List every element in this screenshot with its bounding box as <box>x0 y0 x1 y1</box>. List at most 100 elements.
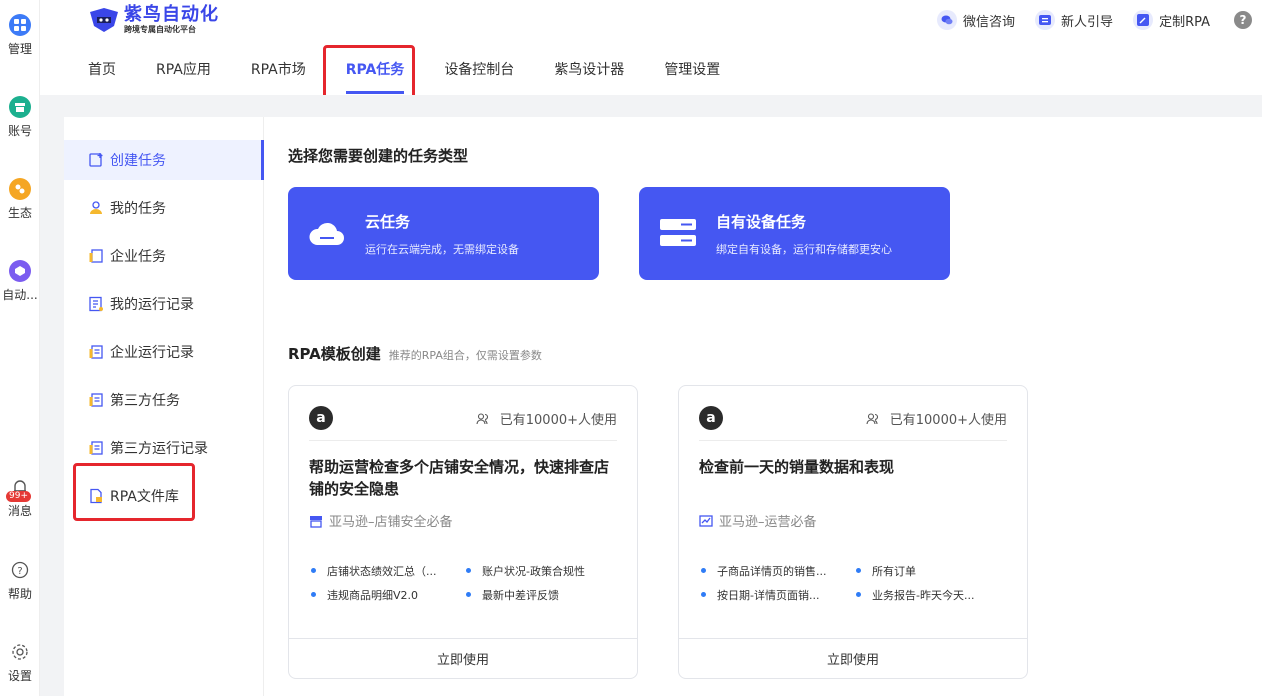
message-count-badge: 99+ <box>6 491 31 502</box>
wechat-consult-label: 微信咨询 <box>963 14 1016 30</box>
top-header: 紫鸟自动化 跨境专属自动化平台 首页 RPA应用 RPA市场 RPA任务 设备控… <box>40 0 1262 107</box>
logo-subtitle: 跨境专属自动化平台 <box>124 25 196 34</box>
task-side-menu: 创建任务 我的任务 企业任务 我的运行记录 企业运行记录 第三方任务 第三方运行… <box>64 117 264 696</box>
brand-logo[interactable]: 紫鸟自动化 跨境专属自动化平台 <box>88 5 219 35</box>
template-step: 店铺状态绩效汇总（... <box>309 563 464 579</box>
side-item-create-task[interactable]: 创建任务 <box>64 140 264 180</box>
side-item-label: 第三方任务 <box>110 393 180 409</box>
wechat-consult-button[interactable]: 微信咨询 <box>937 10 1015 30</box>
rail-label: 生态 <box>7 206 32 220</box>
template-step: 所有订单 <box>854 563 1009 579</box>
task-type-heading: 选择您需要创建的任务类型 <box>288 147 469 165</box>
rail-label: 自动... <box>2 288 38 302</box>
rail-item-help[interactable]: ? 帮助 <box>0 559 40 602</box>
template-step: 账户状况-政策合规性 <box>464 563 619 579</box>
cloud-task-card[interactable]: 云任务 运行在云端完成，无需绑定设备 <box>288 187 599 280</box>
main-content: 选择您需要创建的任务类型 云任务 运行在云端完成，无需绑定设备 自有设备任务 绑… <box>264 117 1262 696</box>
template-tag: 亚马逊–店铺安全必备 <box>309 511 453 530</box>
rail-item-ecosystem[interactable]: 生态 <box>0 178 40 221</box>
template-step: 违规商品明细V2.0 <box>309 587 464 603</box>
card-divider <box>309 440 617 441</box>
side-item-label: 我的运行记录 <box>110 297 194 313</box>
side-item-third-party-run-records[interactable]: 第三方运行记录 <box>64 428 263 468</box>
user-task-icon <box>88 200 104 216</box>
rail-label: 账号 <box>7 124 32 138</box>
logo-title: 紫鸟自动化 <box>124 4 219 25</box>
run-record-icon <box>88 296 104 312</box>
rail-item-settings[interactable]: 设置 <box>0 641 40 684</box>
custom-rpa-label: 定制RPA <box>1159 14 1210 30</box>
side-item-third-party-tasks[interactable]: 第三方任务 <box>64 380 263 420</box>
third-party-record-icon <box>88 440 104 456</box>
nav-home[interactable]: 首页 <box>88 52 116 94</box>
side-item-label: 企业任务 <box>110 249 166 265</box>
custom-rpa-button[interactable]: 定制RPA <box>1133 10 1210 30</box>
usage-count: 已有10000+人使用 <box>476 409 617 428</box>
usage-count: 已有10000+人使用 <box>866 409 1007 428</box>
template-step: 子商品详情页的销售... <box>699 563 854 579</box>
gear-icon <box>9 641 31 663</box>
nav-rpa-market[interactable]: RPA市场 <box>251 52 306 94</box>
nav-rpa-apps[interactable]: RPA应用 <box>156 52 211 94</box>
nav-designer[interactable]: 紫鸟设计器 <box>554 52 624 94</box>
server-icon <box>659 215 697 255</box>
left-rail: 管理 账号 生态 自动... 99+ 消息 ? 帮助 设置 <box>0 0 40 696</box>
own-device-task-title: 自有设备任务 <box>716 213 807 231</box>
template-card-title: 检查前一天的销量数据和表现 <box>699 458 895 476</box>
side-item-label: 我的任务 <box>110 201 166 217</box>
nav-device-console[interactable]: 设备控制台 <box>444 52 514 94</box>
template-steps: 子商品详情页的销售... 所有订单 按日期-详情页面销... 业务报告-昨天今天… <box>699 563 1009 603</box>
rail-item-manage[interactable]: 管理 <box>0 14 40 57</box>
help-icon[interactable]: ? <box>1234 11 1252 29</box>
template-step: 最新中差评反馈 <box>464 587 619 603</box>
third-party-task-icon <box>88 392 104 408</box>
store-icon <box>9 96 31 118</box>
card-divider <box>699 440 1007 441</box>
new-user-guide-button[interactable]: 新人引导 <box>1035 10 1113 30</box>
guide-icon <box>1035 10 1056 30</box>
rail-item-automation[interactable]: 自动... <box>0 260 40 303</box>
nav-admin-settings[interactable]: 管理设置 <box>664 52 720 94</box>
users-icon <box>866 412 878 424</box>
template-card: a 已有10000+人使用 帮助运营检查多个店铺安全情况，快速排查店铺的安全隐患… <box>288 385 638 679</box>
rail-label: 帮助 <box>7 587 32 601</box>
use-now-button[interactable]: 立即使用 <box>289 638 637 678</box>
chart-icon <box>699 514 713 527</box>
own-device-task-card[interactable]: 自有设备任务 绑定自有设备，运行和存储都更安心 <box>639 187 950 280</box>
create-task-icon <box>88 152 104 168</box>
own-device-task-desc: 绑定自有设备，运行和存储都更安心 <box>716 243 892 256</box>
svg-text:?: ? <box>17 566 22 577</box>
template-tag-text: 亚马逊–店铺安全必备 <box>329 515 453 530</box>
amazon-logo-icon: a <box>309 406 333 430</box>
cloud-task-desc: 运行在云端完成，无需绑定设备 <box>365 243 519 256</box>
template-step: 业务报告-昨天今天... <box>854 587 1009 603</box>
template-steps: 店铺状态绩效汇总（... 账户状况-政策合规性 违规商品明细V2.0 最新中差评… <box>309 563 619 603</box>
enterprise-record-icon <box>88 344 104 360</box>
use-now-button[interactable]: 立即使用 <box>679 638 1027 678</box>
enterprise-task-icon <box>88 248 104 264</box>
side-item-label: 创建任务 <box>110 153 166 169</box>
amazon-logo-icon: a <box>699 406 723 430</box>
side-item-label: 第三方运行记录 <box>110 441 208 457</box>
rail-label: 设置 <box>7 669 32 683</box>
automation-icon <box>9 260 31 282</box>
side-item-enterprise-tasks[interactable]: 企业任务 <box>64 236 263 276</box>
file-library-highlight-box <box>73 463 195 521</box>
template-step: 按日期-详情页面销... <box>699 587 854 603</box>
rail-item-account[interactable]: 账号 <box>0 96 40 139</box>
side-item-my-run-records[interactable]: 我的运行记录 <box>64 284 263 324</box>
rail-label: 管理 <box>7 42 32 56</box>
usage-count-text: 已有10000+人使用 <box>889 413 1007 428</box>
rail-label: 消息 <box>7 504 32 518</box>
grid-icon <box>9 14 31 36</box>
bird-logo-icon <box>90 8 118 32</box>
usage-count-text: 已有10000+人使用 <box>499 413 617 428</box>
template-card-title: 帮助运营检查多个店铺安全情况，快速排查店铺的安全隐患 <box>309 458 610 498</box>
template-card: a 已有10000+人使用 检查前一天的销量数据和表现 亚马逊–运营必备 子商品… <box>678 385 1028 679</box>
template-heading: RPA模板创建 推荐的RPA组合，仅需设置参数 <box>288 343 542 364</box>
ecosystem-icon <box>9 178 31 200</box>
side-item-my-tasks[interactable]: 我的任务 <box>64 188 263 228</box>
template-tag-text: 亚马逊–运营必备 <box>719 515 817 530</box>
rail-item-messages[interactable]: 99+ 消息 <box>0 476 40 519</box>
side-item-enterprise-run-records[interactable]: 企业运行记录 <box>64 332 263 372</box>
